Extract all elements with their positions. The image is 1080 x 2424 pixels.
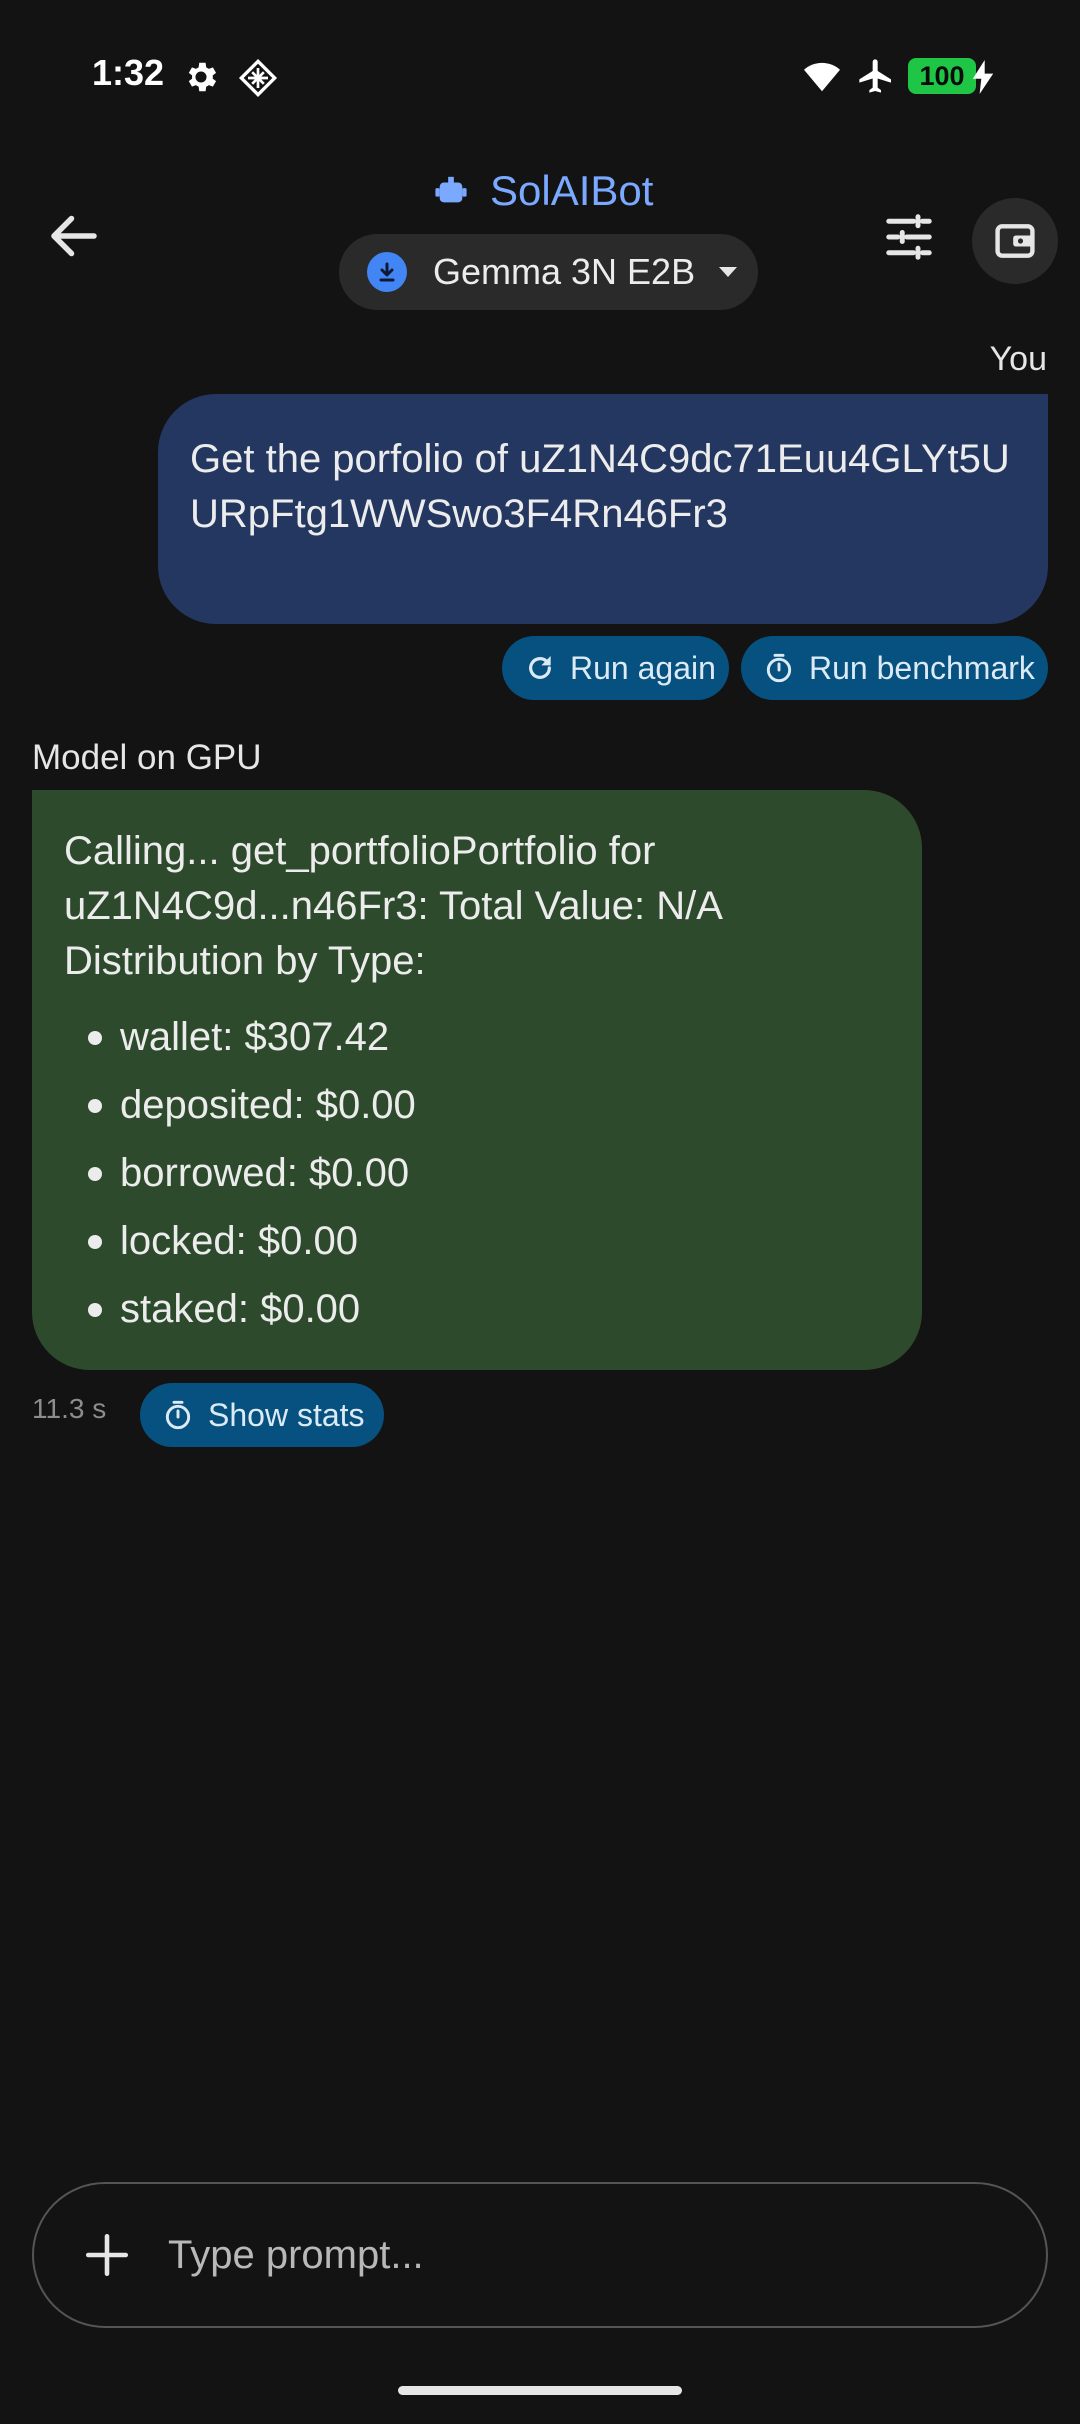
diamond-icon <box>238 58 278 98</box>
wifi-icon <box>804 62 840 92</box>
back-arrow-button[interactable] <box>44 206 104 266</box>
plus-icon[interactable] <box>82 2230 132 2280</box>
bot-title: SolAIBot <box>434 163 653 219</box>
run-again-button[interactable]: Run again <box>502 636 729 700</box>
refresh-icon <box>529 656 551 679</box>
model-selector[interactable]: Gemma 3N E2B <box>339 234 758 310</box>
run-benchmark-label: Run benchmark <box>809 649 1035 686</box>
elapsed-time: 11.3 s <box>32 1393 107 1424</box>
prompt-bar <box>32 2182 1048 2328</box>
timer-icon <box>165 1400 191 1430</box>
prompt-input[interactable] <box>168 2232 968 2278</box>
list-item: staked: $0.00 <box>64 1275 890 1343</box>
model-name: Gemma 3N E2B <box>433 251 696 292</box>
app-title: SolAIBot <box>490 167 654 214</box>
gear-icon <box>188 62 217 92</box>
bolt-icon <box>972 60 994 94</box>
battery-icon: 100 <box>908 58 976 94</box>
tune-settings-button[interactable] <box>882 210 936 264</box>
bot-icon <box>435 176 467 203</box>
wallet-button[interactable] <box>972 198 1058 284</box>
download-icon <box>367 252 407 292</box>
user-label: You <box>989 340 1047 378</box>
list-item: wallet: $307.42 <box>64 1003 890 1071</box>
list-item: locked: $0.00 <box>64 1207 890 1275</box>
model-message-text: Calling... get_portfolioPortfolio for uZ… <box>64 829 721 983</box>
show-stats-label: Show stats <box>208 1396 365 1433</box>
status-bar: 1:32 100 <box>0 0 1080 150</box>
list-item: borrowed: $0.00 <box>64 1139 890 1207</box>
wallet-icon <box>995 224 1035 258</box>
run-again-label: Run again <box>570 649 716 686</box>
status-time: 1:32 <box>92 52 165 93</box>
home-indicator[interactable] <box>398 2386 682 2395</box>
show-stats-button[interactable]: Show stats <box>140 1383 384 1447</box>
airplane-icon <box>859 59 891 93</box>
model-label: Model on GPU <box>32 738 262 777</box>
timer-icon <box>766 653 792 683</box>
model-message-bubble: Calling... get_portfolioPortfolio for uZ… <box>32 790 922 1370</box>
list-item: deposited: $0.00 <box>64 1071 890 1139</box>
chevron-down-icon <box>719 267 738 277</box>
run-benchmark-button[interactable]: Run benchmark <box>741 636 1048 700</box>
distribution-list: wallet: $307.42 deposited: $0.00 borrowe… <box>64 1003 890 1343</box>
user-message-bubble: Get the porfolio of uZ1N4C9dc71Euu4GLYt5… <box>158 394 1048 624</box>
